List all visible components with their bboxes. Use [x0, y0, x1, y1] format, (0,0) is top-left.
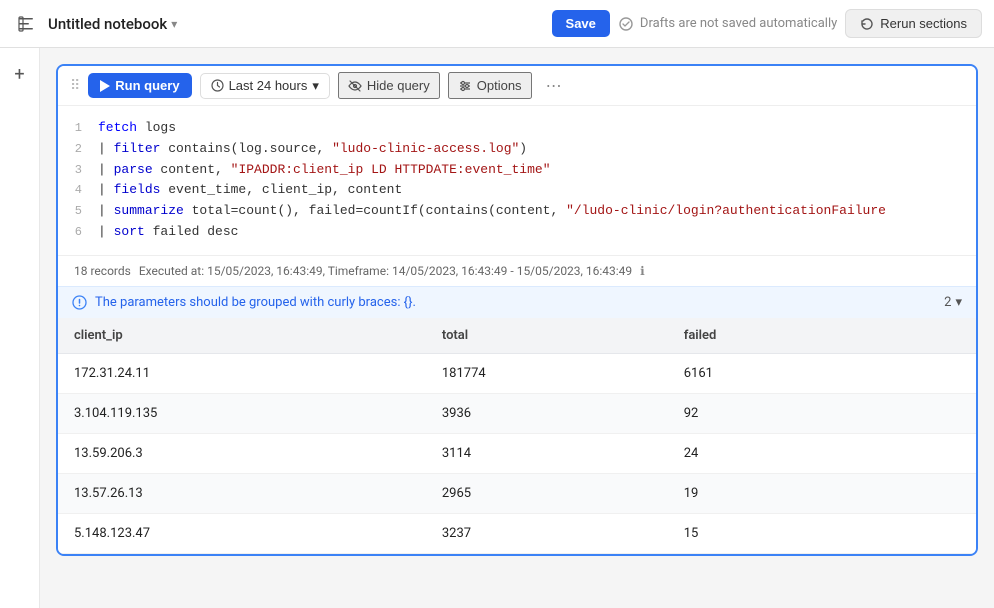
query-toolbar: ⠿ Run query Last 24 hours ▾ — [58, 66, 976, 106]
cell-total: 2965 — [426, 473, 668, 513]
column-header-failed: failed — [668, 318, 874, 354]
cell-client_ip: 13.59.206.3 — [58, 433, 426, 473]
table-body: 172.31.24.1118177461613.104.119.13539369… — [58, 353, 976, 553]
code-line-1: 1 fetch logs — [58, 118, 976, 139]
notebook-title: Untitled notebook — [48, 15, 167, 33]
warning-text: The parameters should be grouped with cu… — [95, 295, 416, 310]
more-options-button[interactable]: ⋯ — [540, 72, 568, 99]
table-row: 5.148.123.47323715 — [58, 513, 976, 553]
table-row: 13.57.26.13296519 — [58, 473, 976, 513]
results-bar: 18 records Executed at: 15/05/2023, 16:4… — [58, 255, 976, 286]
code-line-6: 6 | sort failed desc — [58, 222, 976, 243]
line-number-3: 3 — [58, 161, 98, 180]
code-content-2: | filter contains(log.source, "ludo-clin… — [98, 139, 976, 160]
column-header-client-ip: client_ip — [58, 318, 426, 354]
options-label: Options — [477, 78, 522, 93]
cell-failed: 24 — [668, 433, 874, 473]
results-table-container: client_ip total failed 172.31.24.1118177… — [58, 318, 976, 554]
warning-content: The parameters should be grouped with cu… — [72, 295, 416, 310]
eye-icon — [348, 79, 362, 93]
cell-failed: 15 — [668, 513, 874, 553]
cell-empty — [874, 353, 976, 393]
rerun-label: Rerun sections — [880, 16, 967, 31]
clock-icon — [211, 79, 224, 92]
main-layout: + ⠿ Run query Last 24 hour — [0, 48, 994, 608]
table-row: 172.31.24.111817746161 — [58, 353, 976, 393]
play-icon — [100, 80, 110, 92]
code-editor[interactable]: 1 fetch logs 2 | filter contains(log.sou… — [58, 106, 976, 255]
cell-failed: 19 — [668, 473, 874, 513]
line-number-6: 6 — [58, 223, 98, 242]
line-number-5: 5 — [58, 202, 98, 221]
warning-banner: The parameters should be grouped with cu… — [58, 286, 976, 318]
run-query-button[interactable]: Run query — [88, 73, 191, 98]
title-dropdown-icon[interactable]: ▾ — [171, 17, 177, 31]
cell-client_ip: 172.31.24.11 — [58, 353, 426, 393]
drag-handle-icon[interactable]: ⠿ — [70, 78, 80, 94]
column-header-total: total — [426, 318, 668, 354]
left-sidebar: + — [0, 48, 40, 608]
hide-query-button[interactable]: Hide query — [338, 72, 440, 99]
cell-total: 3237 — [426, 513, 668, 553]
code-line-3: 3 | parse content, "IPADDR:client_ip LD … — [58, 160, 976, 181]
code-content-6: | sort failed desc — [98, 222, 976, 243]
code-content-5: | summarize total=count(), failed=countI… — [98, 201, 976, 222]
time-selector-button[interactable]: Last 24 hours ▾ — [200, 73, 330, 99]
cell-total: 3114 — [426, 433, 668, 473]
cell-empty — [874, 433, 976, 473]
cell-empty — [874, 513, 976, 553]
time-label: Last 24 hours — [229, 78, 308, 93]
table-row: 13.59.206.3311424 — [58, 433, 976, 473]
cell-empty — [874, 393, 976, 433]
cell-client_ip: 3.104.119.135 — [58, 393, 426, 433]
cell-failed: 6161 — [668, 353, 874, 393]
time-chevron-icon: ▾ — [312, 78, 319, 94]
draft-notice-text: Drafts are not saved automatically — [640, 16, 837, 31]
code-line-4: 4 | fields event_time, client_ip, conten… — [58, 180, 976, 201]
rerun-icon — [860, 17, 874, 31]
table-header-row: client_ip total failed — [58, 318, 976, 354]
table-row: 3.104.119.135393692 — [58, 393, 976, 433]
rerun-sections-button[interactable]: Rerun sections — [845, 9, 982, 38]
record-count: 18 records — [74, 264, 131, 278]
options-button[interactable]: Options — [448, 72, 532, 99]
warning-chevron-icon[interactable]: ▾ — [955, 295, 962, 310]
warning-count-value: 2 — [944, 295, 951, 310]
column-header-empty — [874, 318, 976, 354]
cell-failed: 92 — [668, 393, 874, 433]
cell-total: 181774 — [426, 353, 668, 393]
cell-client_ip: 5.148.123.47 — [58, 513, 426, 553]
top-bar: Untitled notebook ▾ Save Drafts are not … — [0, 0, 994, 48]
hide-query-label: Hide query — [367, 78, 430, 93]
warning-count-area: 2 ▾ — [944, 295, 962, 310]
line-number-4: 4 — [58, 181, 98, 200]
options-icon — [458, 79, 472, 93]
content-area: ⠿ Run query Last 24 hours ▾ — [40, 48, 994, 608]
save-button[interactable]: Save — [552, 10, 610, 37]
cell-empty — [874, 473, 976, 513]
draft-notice: Drafts are not saved automatically — [618, 16, 837, 32]
code-content-1: fetch logs — [98, 118, 976, 139]
code-content-3: | parse content, "IPADDR:client_ip LD HT… — [98, 160, 976, 181]
query-block: ⠿ Run query Last 24 hours ▾ — [56, 64, 978, 556]
draft-icon — [618, 16, 634, 32]
code-line-2: 2 | filter contains(log.source, "ludo-cl… — [58, 139, 976, 160]
sidebar-toggle-button[interactable] — [12, 10, 40, 38]
execution-info-icon[interactable]: ℹ — [640, 264, 645, 278]
line-number-1: 1 — [58, 119, 98, 138]
results-table: client_ip total failed 172.31.24.1118177… — [58, 318, 976, 554]
warning-icon — [72, 295, 87, 310]
cell-client_ip: 13.57.26.13 — [58, 473, 426, 513]
execution-info: Executed at: 15/05/2023, 16:43:49, Timef… — [139, 264, 632, 278]
notebook-title-area: Untitled notebook ▾ — [48, 15, 544, 33]
line-number-2: 2 — [58, 140, 98, 159]
code-line-5: 5 | summarize total=count(), failed=coun… — [58, 201, 976, 222]
run-query-label: Run query — [115, 78, 179, 93]
code-content-4: | fields event_time, client_ip, content — [98, 180, 976, 201]
cell-total: 3936 — [426, 393, 668, 433]
add-cell-button[interactable]: + — [6, 60, 34, 88]
